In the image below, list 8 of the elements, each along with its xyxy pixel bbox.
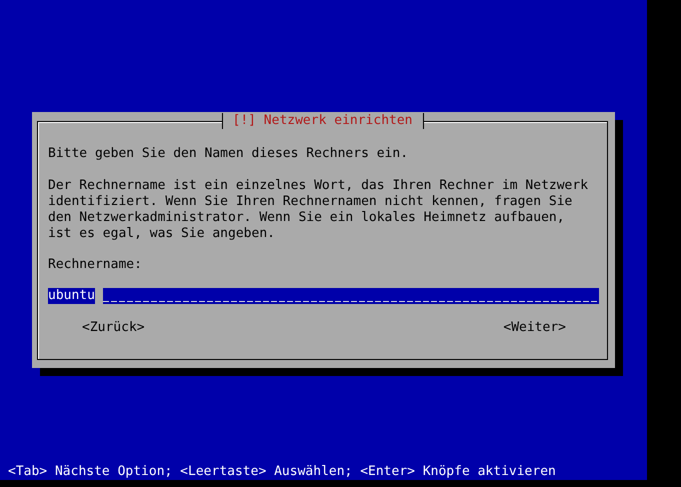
input-field[interactable]: ubuntu <box>48 288 599 304</box>
dialog-button[interactable]: <Weiter> <box>503 320 566 336</box>
paragraph: Bitte geben Sie den Namen dieses Rechners ein. <box>48 146 410 162</box>
status-text: <Tab> Nächste Option; <Leertaste> Auswählen; <Enter> Knöpfe aktivieren <box>8 464 556 480</box>
dialog-button[interactable]: <Zurück> <box>82 320 145 336</box>
field-label: Rechnername: <box>48 257 142 273</box>
dialog-title: [!] Netzwerk einrichten <box>222 113 424 129</box>
paragraph: Der Rechnername ist ein einzelnes Wort, das Ihren Rechner im Netzwerk identifiziert. Wenn Sie Ihren Rechnernamen nicht kennen, fragen Sie den Netzwerkadministrator. Wenn Sie ein lokales Heimnetz aufbauen, ist es egal, was Sie angeben. <box>48 178 590 242</box>
